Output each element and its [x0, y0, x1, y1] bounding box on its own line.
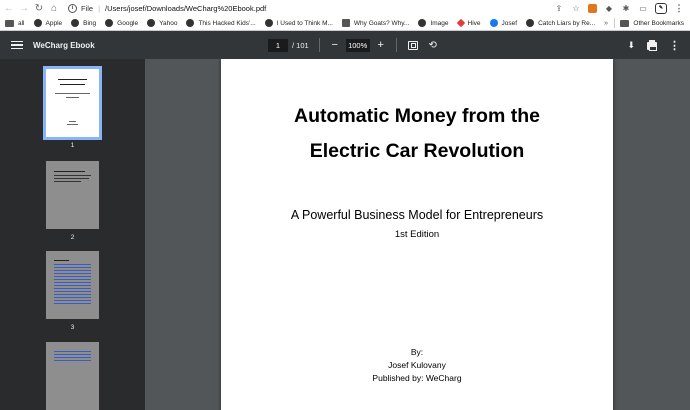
- url-text[interactable]: /Users/josef/Downloads/WeCharg%20Ebook.p…: [105, 4, 266, 13]
- print-icon[interactable]: [647, 39, 657, 51]
- bookmark-all[interactable]: all: [5, 19, 25, 27]
- bookmark-why-goats[interactable]: Why Goats? Why...: [341, 19, 410, 27]
- fit-to-page-icon[interactable]: [407, 39, 419, 51]
- globe-icon: [264, 19, 273, 27]
- thumbnail-number: 2: [70, 234, 75, 241]
- bookmark-label: I Used to Think M...: [276, 19, 333, 27]
- omnibox-separator: |: [98, 3, 101, 13]
- book-title-line-2: Electric Car Revolution: [309, 140, 525, 162]
- bookmark-image[interactable]: Image: [418, 19, 449, 27]
- bookmark-label: Google: [117, 19, 139, 27]
- extension-icon[interactable]: ◆: [604, 3, 614, 13]
- author-name: Josef Kulovany: [388, 360, 446, 370]
- bookmark-label: Josef: [501, 19, 518, 27]
- thumbnail-image[interactable]: [43, 66, 102, 140]
- folder-icon: [620, 19, 630, 27]
- other-bookmarks[interactable]: Other Bookmarks: [620, 19, 684, 27]
- bookmark-bing[interactable]: Bing: [71, 19, 96, 27]
- share-icon[interactable]: ⇪: [554, 3, 564, 13]
- sidebar-panel-icon[interactable]: ▭: [638, 3, 648, 13]
- file-scheme-chip: File: [81, 3, 94, 13]
- book-title-line-1: Automatic Money from the: [294, 105, 540, 127]
- profile-avatar[interactable]: ✎: [655, 2, 667, 14]
- globe-icon: [71, 19, 80, 27]
- more-actions-icon[interactable]: ⋮: [669, 39, 680, 52]
- home-icon[interactable]: ⌂: [48, 2, 60, 14]
- puzzle-extensions-icon[interactable]: ✱: [621, 3, 631, 13]
- bookmark-label: all: [18, 19, 25, 27]
- toolbar-divider: [395, 38, 397, 52]
- thumbnail-page-3[interactable]: 3: [45, 251, 100, 331]
- info-icon[interactable]: i: [68, 3, 77, 13]
- zoom-in-button[interactable]: +: [376, 39, 386, 51]
- forward-arrow-icon[interactable]: →: [18, 2, 30, 14]
- bookmark-google[interactable]: Google: [105, 19, 138, 27]
- byline-label: By:: [410, 347, 424, 357]
- thumbnail-page-2[interactable]: 2: [45, 161, 100, 241]
- page-controls: 1 / 101 − 100% + ⟲: [268, 38, 439, 52]
- toolbar-divider: [318, 38, 320, 52]
- globe-icon: [105, 19, 114, 27]
- rotate-icon[interactable]: ⟲: [427, 39, 439, 51]
- publisher-line: Published by: WeCharg: [372, 373, 462, 383]
- globe-icon: [526, 19, 535, 27]
- more-bookmarks-chevron-icon[interactable]: »: [604, 20, 608, 27]
- bookmark-hive[interactable]: Hive: [456, 18, 481, 28]
- document-title: WeCharg Ebook: [33, 40, 95, 50]
- bookmark-apple[interactable]: Apple: [33, 19, 63, 27]
- page-number-input[interactable]: 1: [268, 38, 288, 52]
- thumbnail-page-1[interactable]: 1: [43, 66, 102, 149]
- book-edition: 1st Edition: [394, 229, 440, 240]
- metamask-fox-icon[interactable]: [588, 3, 597, 13]
- globe-icon: [147, 19, 156, 27]
- download-icon[interactable]: ⬇: [627, 40, 635, 51]
- bookmark-label: Catch Liars by Re...: [538, 19, 596, 27]
- bookmark-label: Bing: [83, 19, 97, 27]
- bookmark-yahoo[interactable]: Yahoo: [147, 19, 177, 27]
- bookmark-hacked-kids[interactable]: This Hacked Kids'...: [186, 19, 256, 27]
- book-subtitle: A Powerful Business Model for Entreprene…: [290, 208, 544, 222]
- page-total: / 101: [292, 40, 309, 50]
- pdf-toolbar: WeCharg Ebook 1 / 101 − 100% + ⟲ ⬇ ⋮: [0, 31, 690, 59]
- hive-icon: [456, 18, 465, 28]
- thumbnail-image[interactable]: [46, 251, 99, 319]
- goat-icon: [341, 19, 350, 27]
- globe-icon: [33, 19, 42, 27]
- bookmark-label: Why Goats? Why...: [353, 19, 410, 27]
- facebook-icon: [489, 19, 498, 27]
- address-bar-row: ← → ↻ ⌂ i File | /Users/josef/Downloads/…: [0, 0, 690, 16]
- omnibox[interactable]: i File | /Users/josef/Downloads/WeCharg%…: [68, 1, 266, 15]
- zoom-level-input[interactable]: 100%: [345, 38, 370, 52]
- other-bookmarks-label: Other Bookmarks: [633, 19, 684, 27]
- globe-icon: [418, 19, 427, 27]
- bookmark-josef[interactable]: Josef: [489, 19, 518, 27]
- hamburger-menu-icon[interactable]: [11, 40, 23, 50]
- bookmark-label: This Hacked Kids'...: [198, 19, 256, 27]
- extension-area: ⇪ ☆ ◆ ✱ ▭ ✎ ⋮: [554, 2, 684, 14]
- bookmark-label: Apple: [45, 19, 63, 27]
- bookmarks-bar: all Apple Bing Google Yahoo This Hacked …: [0, 16, 690, 31]
- thumbnail-number: 1: [70, 142, 75, 149]
- thumbnail-page-4[interactable]: 4: [45, 342, 100, 410]
- zoom-out-button[interactable]: −: [330, 39, 340, 51]
- bookmark-label: Hive: [467, 19, 481, 27]
- thumbnail-number: 3: [70, 324, 75, 331]
- pdf-page-1: Automatic Money from the Electric Car Re…: [221, 59, 613, 410]
- globe-icon: [186, 19, 195, 27]
- document-canvas[interactable]: Automatic Money from the Electric Car Re…: [145, 59, 690, 410]
- back-arrow-icon[interactable]: ←: [3, 2, 15, 14]
- thumbnail-image[interactable]: [46, 161, 99, 229]
- bookmark-label: Image: [430, 19, 449, 27]
- thumbnail-sidebar[interactable]: 1 2 3: [0, 59, 145, 410]
- bookmark-star-icon[interactable]: ☆: [571, 3, 581, 13]
- toolbar-right-actions: ⬇ ⋮: [627, 39, 680, 52]
- bookmark-catch-liars[interactable]: Catch Liars by Re...: [526, 19, 595, 27]
- kebab-menu-icon[interactable]: ⋮: [674, 3, 684, 13]
- bookmark-label: Yahoo: [159, 19, 178, 27]
- reload-icon[interactable]: ↻: [33, 2, 45, 14]
- bookmark-used-to-think[interactable]: I Used to Think M...: [264, 19, 333, 27]
- thumbnail-image[interactable]: [46, 342, 99, 410]
- folder-icon: [5, 19, 14, 27]
